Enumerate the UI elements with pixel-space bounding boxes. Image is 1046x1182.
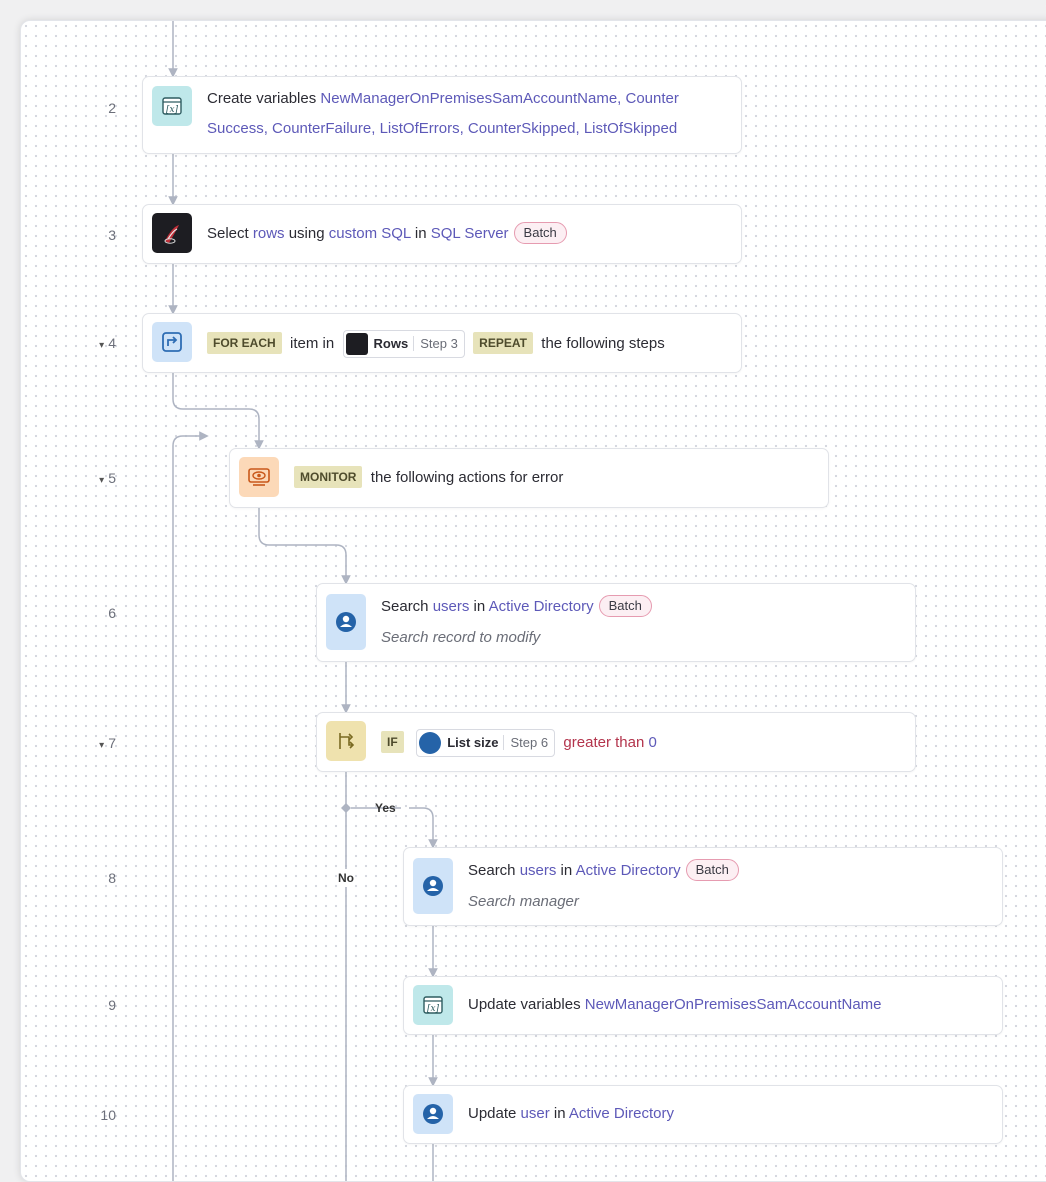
step-9-text: Update variables NewManagerOnPremisesSam…: [468, 996, 882, 1013]
step-6-card[interactable]: Search users in Active Directory Batch Se…: [316, 583, 916, 662]
if-condition-icon: [326, 721, 366, 761]
step-5-card[interactable]: MONITOR the following actions for error: [229, 448, 829, 508]
step-number-5[interactable]: ▾ 5: [86, 470, 116, 486]
step-number-3: 3: [108, 227, 116, 243]
step-2-text-line-1: Create variables NewManagerOnPremisesSam…: [207, 90, 679, 107]
sql-server-link[interactable]: SQL Server: [431, 225, 509, 242]
if-keyword: IF: [381, 730, 404, 753]
step-6-subtitle: Search record to modify: [381, 629, 541, 646]
condition-value: 0: [648, 733, 657, 751]
step-number-7[interactable]: ▾ 7: [86, 735, 116, 751]
users-link[interactable]: users: [433, 598, 470, 615]
for-each-keyword: FOR EACH: [207, 331, 282, 354]
sql-server-pill-icon: [345, 333, 368, 355]
monitor-keyword: MONITOR: [294, 466, 363, 488]
collapse-caret-icon: ▾: [99, 475, 105, 486]
step-number-4[interactable]: ▾ 4: [86, 335, 116, 351]
monitor-icon: [239, 457, 279, 497]
step-4-text: FOR EACH item in Rows Step 3 REPEAT the f…: [207, 330, 665, 358]
collapse-caret-icon: ▾: [99, 740, 105, 751]
step-number-10: 10: [100, 1107, 116, 1123]
step-number-9: 9: [108, 997, 116, 1013]
ldap-icon: [326, 594, 366, 650]
rows-datapill[interactable]: Rows Step 3: [342, 330, 465, 358]
repeat-keyword: REPEAT: [473, 331, 533, 354]
rows-link[interactable]: rows: [253, 225, 285, 242]
active-directory-link[interactable]: Active Directory: [569, 1105, 674, 1122]
batch-badge: Batch: [513, 222, 567, 244]
step-8-card[interactable]: Search users in Active Directory Batch Se…: [403, 847, 1003, 926]
step-3-card[interactable]: Select rows using custom SQL in SQL Serv…: [142, 204, 742, 264]
variables-icon: [x]: [152, 86, 192, 126]
step-7-text: IF List size Step 6 greater than 0: [381, 729, 657, 757]
variable-list-link[interactable]: NewManagerOnPremisesSamAccountName, Coun…: [320, 90, 678, 107]
no-branch-label: No: [338, 869, 354, 887]
step-3-text: Select rows using custom SQL in SQL Serv…: [207, 222, 567, 246]
step-number-8: 8: [108, 870, 116, 886]
recipe-canvas: 2 [x] Create variables NewManagerOnPremi…: [20, 20, 1046, 1182]
variable-link[interactable]: NewManagerOnPremisesSamAccountName: [585, 996, 882, 1013]
batch-badge: Batch: [598, 595, 652, 617]
step-number-6: 6: [108, 605, 116, 621]
step-8-text: Search users in Active Directory Batch: [468, 859, 739, 883]
svg-text:[x]: [x]: [166, 105, 179, 115]
sql-server-icon: [152, 213, 192, 253]
repeat-icon: [152, 322, 192, 362]
variable-list-link-cont[interactable]: Success, CounterFailure, ListOfErrors, C…: [207, 120, 677, 137]
ldap-pill-icon: [419, 732, 442, 754]
variables-icon: [x]: [413, 985, 453, 1025]
users-link[interactable]: users: [520, 862, 557, 879]
step-2-card[interactable]: [x] Create variables NewManagerOnPremise…: [142, 76, 742, 154]
step-8-subtitle: Search manager: [468, 893, 579, 910]
step-10-text: Update user in Active Directory: [468, 1105, 674, 1122]
step-9-card[interactable]: [x] Update variables NewManagerOnPremise…: [403, 976, 1003, 1035]
step-6-text: Search users in Active Directory Batch: [381, 595, 652, 619]
svg-text:[x]: [x]: [427, 1004, 440, 1014]
list-size-datapill[interactable]: List size Step 6: [416, 729, 556, 757]
step-number-2: 2: [108, 100, 116, 116]
step-7-card[interactable]: IF List size Step 6 greater than 0: [316, 712, 916, 772]
active-directory-link[interactable]: Active Directory: [576, 862, 681, 879]
step-5-text: MONITOR the following actions for error: [294, 466, 563, 490]
branch-diamond: [341, 803, 351, 813]
step-10-card[interactable]: Update user in Active Directory: [403, 1085, 1003, 1144]
batch-badge: Batch: [685, 859, 739, 881]
active-directory-link[interactable]: Active Directory: [489, 598, 594, 615]
user-link[interactable]: user: [521, 1105, 550, 1122]
yes-branch-label: Yes: [375, 801, 396, 815]
condition-operator: greater than: [563, 733, 645, 751]
step-4-card[interactable]: FOR EACH item in Rows Step 3 REPEAT the f…: [142, 313, 742, 373]
ldap-icon: [413, 858, 453, 914]
ldap-icon: [413, 1094, 453, 1134]
step-2-text-line-2: Success, CounterFailure, ListOfErrors, C…: [207, 117, 677, 141]
custom-sql-link[interactable]: custom SQL: [329, 225, 411, 242]
collapse-caret-icon: ▾: [99, 340, 105, 351]
